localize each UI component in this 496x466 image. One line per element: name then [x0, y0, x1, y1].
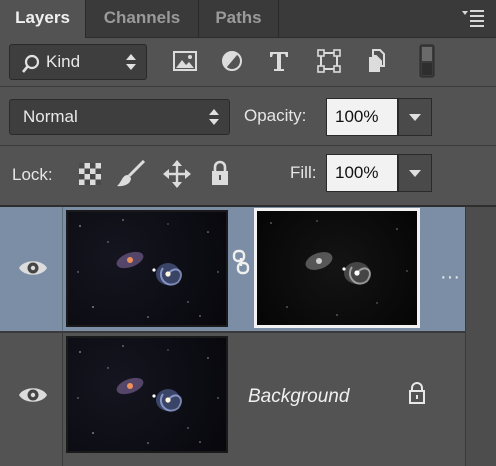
search-icon	[22, 52, 40, 86]
background-layer-thumbnail[interactable]	[66, 336, 228, 453]
divider	[62, 333, 63, 466]
filter-kind-select[interactable]: Kind	[9, 44, 147, 80]
lock-transparent-pixels-icon[interactable]	[79, 163, 101, 190]
lock-position-icon[interactable]	[163, 160, 191, 193]
mask-link-icon[interactable]	[232, 249, 250, 275]
smart-object-filter-icon[interactable]	[359, 44, 393, 78]
panel-menu-icon[interactable]	[462, 9, 484, 27]
background-layer-name[interactable]: Background	[248, 386, 349, 408]
adjustment-filter-icon[interactable]	[215, 44, 249, 78]
stepper-icon	[126, 54, 136, 70]
panel-tab-bar: Layers Channels Paths	[0, 0, 496, 38]
layers-scrollbar[interactable]	[465, 207, 496, 466]
opacity-dropdown-button[interactable]	[398, 98, 432, 136]
tab-paths[interactable]: Paths	[199, 0, 279, 37]
shape-filter-icon[interactable]	[312, 44, 346, 78]
divider	[0, 145, 496, 146]
stepper-icon	[209, 109, 219, 125]
divider	[62, 207, 63, 331]
tab-channels[interactable]: Channels	[86, 0, 199, 37]
tab-layers[interactable]: Layers	[0, 0, 86, 38]
chevron-down-icon	[409, 113, 421, 121]
blend-mode-value: Normal	[23, 107, 78, 126]
blend-mode-select[interactable]: Normal	[9, 99, 230, 135]
opacity-input[interactable]: 100%	[326, 98, 398, 136]
lock-image-pixels-icon[interactable]	[116, 159, 146, 193]
divider	[0, 86, 496, 87]
layer-mask-thumbnail[interactable]	[254, 208, 420, 328]
chevron-down-icon	[409, 169, 421, 177]
fill-dropdown-button[interactable]	[398, 154, 432, 192]
layer-locked-icon	[409, 382, 425, 404]
more-options-icon[interactable]: ···	[440, 266, 460, 289]
visibility-eye-icon[interactable]	[18, 258, 48, 278]
type-filter-icon[interactable]	[262, 44, 296, 78]
opacity-label: Opacity:	[244, 106, 307, 125]
layer-thumbnail[interactable]	[66, 210, 228, 327]
lock-all-icon[interactable]	[210, 160, 230, 191]
visibility-eye-icon[interactable]	[18, 385, 48, 405]
filter-toggle-icon[interactable]	[410, 44, 444, 78]
image-filter-icon[interactable]	[168, 44, 202, 78]
fill-label: Fill:	[290, 163, 317, 182]
lock-label: Lock:	[12, 165, 53, 184]
fill-input[interactable]: 100%	[326, 154, 398, 192]
filter-kind-label: Kind	[46, 52, 81, 71]
layers-panel: Layers Channels Paths Kind Normal Opacit…	[0, 0, 496, 466]
